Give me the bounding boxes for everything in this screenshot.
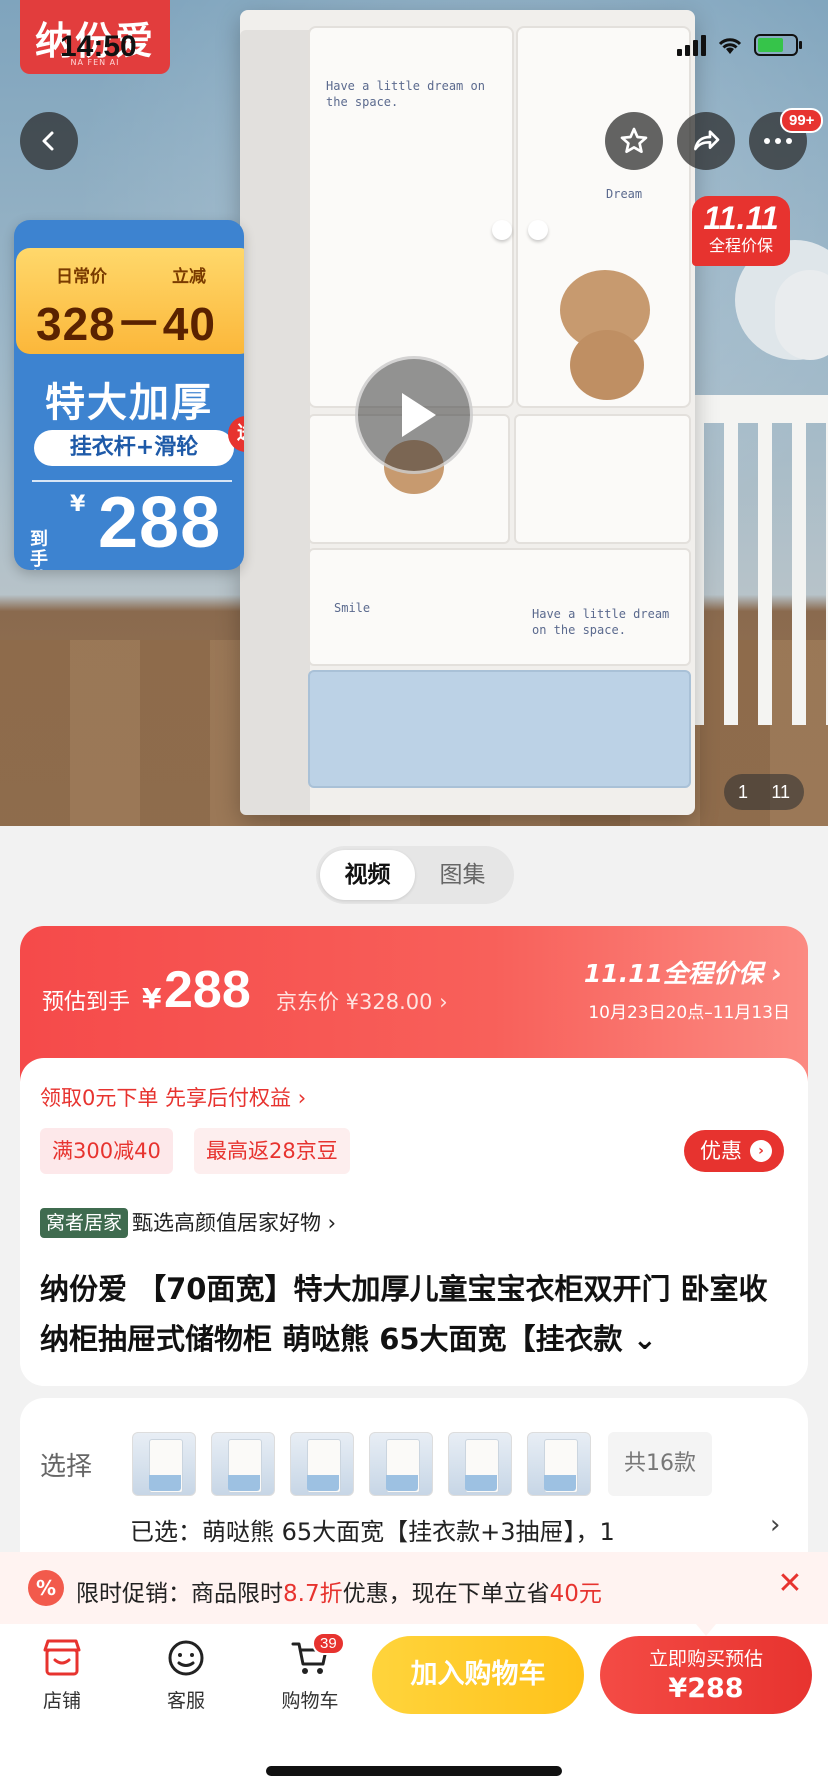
product-title[interactable]: 纳份爱 【70面宽】特大加厚儿童宝宝衣柜双开门 卧室收纳柜抽屉式储物柜 萌哒熊 … [40,1264,792,1364]
wardrobe-side [240,30,310,815]
estimated-price-label: 预估到手 [42,990,131,1015]
price-card-headline: 特大加厚 [45,380,213,426]
final-price-symbol: ¥ [70,492,86,517]
more-dots-icon [764,138,792,144]
promo-discount: 8.7折 [283,1581,343,1607]
price-protection-link[interactable]: 11.11全程价保 › [584,954,782,990]
total-variants[interactable]: 共16款 [608,1432,712,1496]
customer-service-icon [168,1640,204,1676]
page-current: 1 [738,781,749,802]
crib-image [690,395,828,725]
wifi-icon [718,38,742,54]
selected-variant-text[interactable]: 已选：萌哒熊 65大面宽【挂衣款+3抽屉】，1 [130,1512,740,1547]
final-price-label: 到手价 [30,529,48,571]
estimated-price-symbol: ¥ [142,982,162,1015]
price-protection-date: 10月23日20点–11月13日 [588,1003,790,1023]
play-icon [402,393,436,437]
gift-pill: 挂衣杆+滑轮 [34,430,234,466]
discount-button-label: 优惠 [700,1139,742,1163]
variant-thumbnail[interactable] [369,1432,433,1496]
double-eleven-logo: 11.11 [703,200,779,236]
status-time: 14:50 [60,30,137,63]
variant-thumbnail[interactable] [448,1432,512,1496]
customer-service-label: 客服 [166,1690,205,1712]
wardrobe-decal-text: Dream [606,187,643,201]
jd-price-link[interactable]: 京东价 ¥328.00 › [276,986,448,1016]
variant-thumbnail[interactable] [132,1432,196,1496]
close-icon[interactable]: ✕ [772,1566,808,1602]
promo-save: 40元 [549,1581,602,1607]
back-arrow-icon [42,131,54,151]
door-knob [528,220,548,240]
cellular-signal-icon [677,34,706,56]
star-icon [620,127,648,153]
store-button[interactable]: 店铺 [22,1636,102,1713]
chevron-right-icon: › [750,1140,772,1162]
jd-bean-tag[interactable]: 最高返28京豆 [194,1128,350,1174]
category-tag[interactable]: 窝者居家 [40,1208,129,1238]
coupon-tag[interactable]: 满300减40 [40,1128,173,1174]
variant-thumbnail[interactable] [527,1432,591,1496]
variant-thumbnail[interactable] [290,1432,354,1496]
door-knob [492,220,512,240]
share-button[interactable] [677,112,735,170]
wardrobe-decal-text: Have a little dream on the space. [532,607,670,637]
wardrobe-drawer-blue [308,670,691,788]
play-video-button[interactable] [355,356,473,474]
variant-thumbnail[interactable] [211,1432,275,1496]
discount-label: 立减 [172,267,206,287]
wardrobe-decal-text: Have a little dream on the space. [326,79,485,109]
estimated-price: 288 [164,961,251,1019]
product-image-carousel[interactable]: Have a little dream on the space. Dream … [0,0,828,826]
image-page-indicator: 1 11 [724,774,804,810]
limited-promo-text: 限时促销：商品限时8.7折优惠，现在下单立省40元 [76,1574,602,1608]
selection-label: 选择 [40,1452,93,1482]
buy-now-price: ¥288 [668,1673,744,1704]
category-link[interactable]: 甄选高颜值居家好物 › [132,1208,336,1238]
price-formula-box: 日常价 立减 328－40 [16,248,244,354]
final-price: 288 [98,483,222,563]
double-eleven-badge: 11.11 全程价保 [692,196,790,266]
cart-label: 购物车 [281,1690,339,1712]
store-icon [43,1639,81,1676]
battery-icon [754,34,802,56]
discount-button[interactable]: 优惠 › [684,1130,784,1172]
price-formula: 328－40 [36,298,216,350]
back-button[interactable] [20,112,78,170]
home-indicator[interactable] [266,1766,562,1776]
status-icons [677,34,802,56]
message-count-badge: 99+ [780,108,824,133]
buy-now-label: 立即购买预估 [648,1648,763,1670]
store-label: 店铺 [42,1690,81,1712]
wall-cloud-decor [775,270,828,360]
promo-text-part: 限时促销：商品限时 [76,1581,283,1607]
promo-pointer [696,1624,716,1636]
wardrobe-drawer [514,414,691,544]
wardrobe-decal-text: Smile [334,601,371,615]
tab-gallery[interactable]: 图集 [415,850,510,900]
pay-later-link[interactable]: 领取0元下单 先享后付权益 › [40,1082,306,1112]
add-to-cart-button[interactable]: 加入购物车 [372,1636,584,1714]
media-toggle: 视频 图集 [316,846,514,904]
cart-count-badge: 39 [312,1632,345,1655]
bear-decal-body [570,330,644,400]
double-eleven-sub: 全程价保 [708,236,773,255]
promo-text-part: 优惠，现在下单立省 [342,1581,550,1607]
favorite-button[interactable] [605,112,663,170]
tab-video[interactable]: 视频 [320,850,415,900]
daily-price-label: 日常价 [56,267,107,287]
customer-service-button[interactable]: 客服 [146,1636,226,1713]
price-overlay-card: 日常价 立减 328－40 特大加厚 挂衣杆+滑轮 送 到手价 ¥ 288 [14,220,244,570]
share-icon [694,130,720,151]
discount-icon: % [28,1570,64,1606]
chevron-right-icon[interactable]: › [770,1510,780,1540]
buy-now-button[interactable]: 立即购买预估 ¥288 [600,1636,812,1714]
page-total: 11 [771,781,790,802]
